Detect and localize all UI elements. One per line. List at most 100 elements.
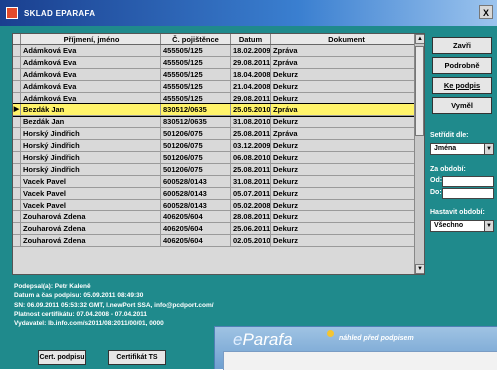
cell-document: Zpráva [271,104,421,116]
cell-date: 29.08.2011 [233,56,271,68]
cell-date: 18.02.2009 [233,45,271,56]
column-header-id[interactable]: Č. pojištěnce [161,34,231,44]
cell-document: Dekurz [271,140,421,152]
cell-id: 600528/0143 [161,199,231,211]
column-header-document[interactable]: Dokument [271,34,421,44]
table-row[interactable]: Horský Jindřich 501206/075 25.08.2011 Dekur… [13,163,424,176]
table-row[interactable]: Adámková Eva 455505/125 18.04.2008 Dekurz [13,68,424,81]
cell-date: 31.08.2010 [233,116,271,128]
cell-date: 28.08.2011 [233,211,271,223]
sort-select[interactable]: Jména ▼ [430,143,494,155]
table-row[interactable]: Vacek Pavel 600528/0143 05.07.2011 Dekurz [13,187,424,200]
cell-id: 830512/0635 [161,104,231,116]
cell-id: 406205/604 [161,223,231,235]
cell-document: Dekurz [271,175,421,187]
window-title: SKLAD EPARAFA [24,8,96,18]
row-indicator-icon [13,56,21,68]
table-row[interactable]: Adámková Eva 455505/125 29.08.2011 Zpráva [13,56,424,69]
cell-date: 25.08.2011 [233,128,271,140]
grid-scrollbar[interactable]: ▲ ▼ [414,34,424,274]
info-sign-time: Datum a čas podpisu: 05.09.2011 08:49:30 [14,292,144,300]
table-row[interactable]: Horský Jindřich 501206/075 03.12.2009 Dekur… [13,140,424,153]
cell-date: 25.06.2011 [233,223,271,235]
cell-date: 05.07.2011 [233,187,271,199]
cell-id: 600528/0143 [161,175,231,187]
table-row[interactable]: Zouharová Zdena 406205/604 02.05.2010 Dekur… [13,235,424,248]
cell-document: Dekurz [271,211,421,223]
app-window: SKLAD EPARAFA X Příjmení, jméno Č. pojiš… [0,0,497,370]
row-indicator-icon [13,199,21,211]
print-button[interactable]: Vyměl [432,97,492,114]
documents-grid[interactable]: Příjmení, jméno Č. pojištěnce Datum Doku… [12,33,425,275]
scroll-down-icon[interactable]: ▼ [415,264,424,274]
grid-header: Příjmení, jméno Č. pojištěnce Datum Doku… [13,34,424,45]
title-bar[interactable]: SKLAD EPARAFA X [0,0,497,26]
cell-id: 406205/604 [161,235,231,247]
cell-name: Horský Jindřich [21,128,161,140]
cell-document: Dekurz [271,187,421,199]
cell-date: 03.12.2009 [233,140,271,152]
cell-date: 05.02.2008 [233,199,271,211]
sort-label: Setřídit dle: [430,132,469,139]
info-signed-by: Podepsal(a): Petr Kaleně [14,283,91,290]
signature-button[interactable]: Ke podpis [432,77,492,94]
row-indicator-icon [13,68,21,80]
scroll-up-icon[interactable]: ▲ [415,34,424,44]
cert-signature-button[interactable]: Cert. podpisu [38,350,86,365]
eparafa-preview-window: eParafa náhled před podpisem [214,326,497,370]
table-row[interactable]: Adámková Eva 455505/125 21.04.2008 Dekurz [13,80,424,93]
row-indicator-icon [13,152,21,163]
cert-timestamp-button[interactable]: Certifikát TS [108,350,166,365]
cell-id: 455505/125 [161,68,231,80]
preview-content [223,351,497,370]
cell-name: Bezdák Jan [21,104,161,116]
from-label: Od: [430,177,443,184]
cell-name: Adámková Eva [21,45,161,56]
table-row[interactable]: Horský Jindřich 501206/075 06.08.2010 Dekur… [13,152,424,164]
cell-document: Dekurz [271,80,421,92]
table-row[interactable]: Vacek Pavel 600528/0143 05.02.2008 Dekurz [13,199,424,212]
date-from-input[interactable] [442,176,494,187]
row-indicator-icon [13,223,21,235]
cell-document: Dekurz [271,92,421,104]
row-indicator-icon [13,128,21,140]
row-indicator-icon [13,45,21,56]
row-indicator-icon [13,187,21,199]
close-icon[interactable]: X [479,5,493,19]
date-to-input[interactable] [442,188,494,199]
cell-id: 501206/075 [161,128,231,140]
cell-document: Dekurz [271,235,421,247]
scroll-thumb[interactable] [415,46,424,136]
cell-id: 455505/125 [161,80,231,92]
column-header-date[interactable]: Datum [231,34,271,44]
cell-name: Adámková Eva [21,92,161,104]
filter-select[interactable]: Všechno ▼ [430,220,494,232]
table-row[interactable]: Adámková Eva 455505/125 29.08.2011 Dekurz [13,92,424,105]
cell-date: 25.05.2010 [233,104,271,116]
row-indicator-icon [13,163,21,175]
column-header-name[interactable]: Příjmení, jméno [21,34,161,44]
cell-date: 06.08.2010 [233,152,271,163]
table-row[interactable]: Horský Jindřich 501206/075 25.08.2011 Zpráv… [13,128,424,141]
close-button[interactable]: Zavři [432,37,492,54]
table-row[interactable]: Vacek Pavel 600528/0143 31.08.2011 Dekurz [13,175,424,188]
table-row[interactable]: Adámková Eva 455505/125 18.02.2009 Zpráva [13,45,424,57]
table-row[interactable]: ▶ Bezdák Jan 830512/0635 25.05.2010 Zpráva [13,103,424,118]
cell-id: 501206/075 [161,163,231,175]
signature-info: Podepsal(a): Petr Kaleně Datum a čas pod… [14,282,314,328]
chevron-down-icon[interactable]: ▼ [484,144,493,154]
preview-subtitle: náhled před podpisem [339,335,414,342]
chevron-down-icon[interactable]: ▼ [484,221,493,231]
detail-button[interactable]: Podrobně [432,57,492,74]
cell-id: 501206/075 [161,152,231,163]
cell-name: Adámková Eva [21,68,161,80]
cell-id: 830512/0635 [161,116,231,128]
table-row[interactable]: Zouharová Zdena 406205/604 25.06.2011 Dekur… [13,223,424,236]
cell-name: Horský Jindřich [21,163,161,175]
cell-name: Vacek Pavel [21,199,161,211]
cell-name: Vacek Pavel [21,175,161,187]
table-row[interactable]: Zouharová Zdena 406205/604 28.08.2011 Dekur… [13,211,424,224]
cell-id: 406205/604 [161,211,231,223]
table-row[interactable]: Bezdák Jan 830512/0635 31.08.2010 Dekurz [13,116,424,129]
eparafa-logo: eParafa [233,330,293,349]
